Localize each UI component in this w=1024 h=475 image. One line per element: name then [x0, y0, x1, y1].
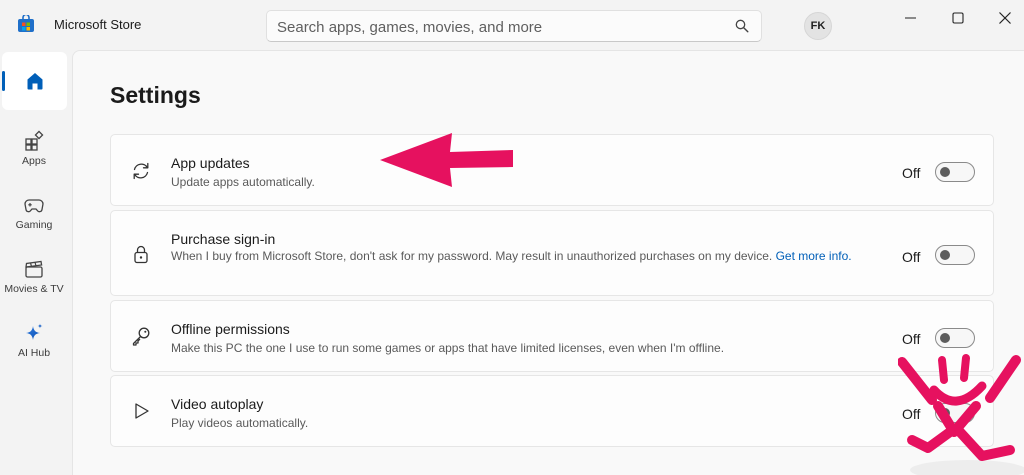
- setting-card-video-autoplay: Video autoplay Play videos automatically…: [110, 375, 994, 447]
- toggle-state-label: Off: [902, 165, 921, 181]
- sidebar-item-label: AI Hub: [17, 347, 51, 359]
- cheering-mascot-logo: [898, 354, 1024, 475]
- sidebar-item-movies-tv[interactable]: Movies & TV: [0, 250, 68, 308]
- setting-title: Offline permissions: [171, 321, 290, 337]
- setting-card-offline-permissions: Offline permissions Make this PC the one…: [110, 300, 994, 372]
- toggle-knob: [940, 167, 950, 177]
- setting-description: Play videos automatically.: [171, 416, 309, 430]
- red-arrow-icon: [380, 133, 513, 187]
- sidebar-item-label: Gaming: [15, 219, 53, 231]
- toggle-knob: [940, 333, 950, 343]
- search-icon[interactable]: [735, 19, 749, 33]
- clapperboard-icon: [25, 260, 43, 278]
- setting-description: Make this PC the one I use to run some g…: [171, 341, 725, 355]
- selected-indicator: [2, 71, 5, 91]
- page-title: Settings: [110, 82, 201, 108]
- sidebar-item-label: Apps: [22, 155, 46, 167]
- title-bar: Microsoft Store FK: [0, 0, 1024, 50]
- microsoft-store-icon: [18, 15, 34, 32]
- setting-title: Video autoplay: [171, 396, 264, 412]
- setting-description-text: When I buy from Microsoft Store, don't a…: [171, 249, 773, 263]
- toggle-state-label: Off: [902, 249, 921, 265]
- setting-title: App updates: [171, 155, 250, 171]
- sidebar-item-home[interactable]: [2, 52, 67, 110]
- search-input[interactable]: [277, 17, 717, 37]
- setting-card-purchase-sign-in: Purchase sign-in When I buy from Microso…: [110, 210, 994, 296]
- search-box[interactable]: [266, 10, 762, 42]
- refresh-icon: [133, 162, 149, 180]
- get-more-info-link[interactable]: Get more info.: [776, 249, 852, 263]
- app-title: Microsoft Store: [54, 17, 142, 32]
- sparkle-icon: [26, 323, 43, 340]
- setting-description: When I buy from Microsoft Store, don't a…: [171, 248, 871, 264]
- gamepad-icon: [24, 199, 44, 213]
- minimize-icon[interactable]: [899, 8, 923, 28]
- sidebar-item-gaming[interactable]: Gaming: [0, 186, 68, 244]
- apps-icon: [25, 130, 44, 151]
- maximize-icon[interactable]: [946, 8, 970, 28]
- toggle-knob: [940, 250, 950, 260]
- sidebar-item-ai-hub[interactable]: AI Hub: [0, 314, 68, 372]
- setting-description: Update apps automatically.: [171, 175, 315, 189]
- sidebar-item-apps[interactable]: Apps: [0, 122, 68, 180]
- play-icon: [135, 403, 149, 419]
- app-updates-toggle[interactable]: [935, 162, 975, 182]
- main-content: Settings App updates Update apps automat…: [72, 50, 1024, 475]
- sidebar-item-label: Movies & TV: [4, 283, 64, 295]
- purchase-sign-in-toggle[interactable]: [935, 245, 975, 265]
- setting-title: Purchase sign-in: [171, 231, 276, 247]
- sidebar: Apps Gaming Movies & TV AI Hub: [0, 50, 72, 475]
- key-icon: [132, 327, 150, 346]
- setting-card-app-updates: App updates Update apps automatically. O…: [110, 134, 994, 206]
- avatar[interactable]: FK: [804, 12, 832, 40]
- lock-icon: [134, 245, 148, 264]
- close-icon[interactable]: [993, 8, 1017, 28]
- toggle-state-label: Off: [902, 331, 921, 347]
- home-icon: [27, 73, 42, 90]
- offline-permissions-toggle[interactable]: [935, 328, 975, 348]
